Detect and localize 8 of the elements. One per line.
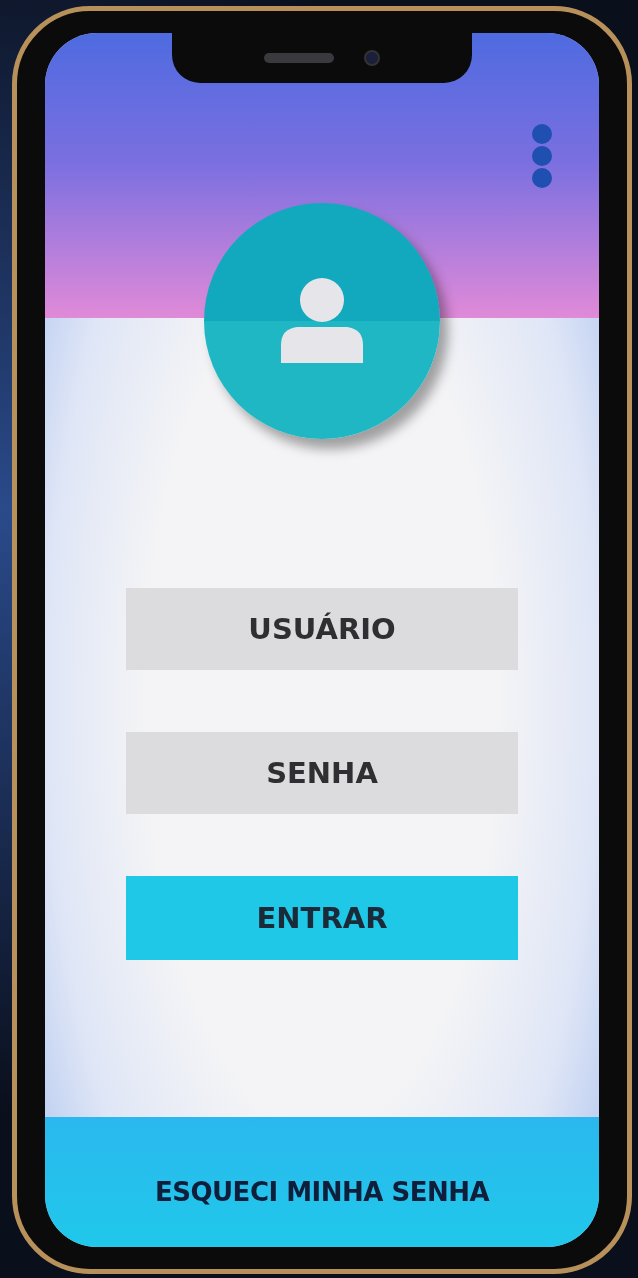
login-button[interactable]: ENTRAR [126,876,518,960]
menu-icon[interactable] [531,123,553,189]
speaker [264,53,334,63]
user-icon [281,277,363,365]
input-field[interactable]: USUÁRIO [126,588,518,670]
camera [364,50,380,66]
input-field[interactable]: SENHA [126,732,518,814]
forgot-password-link[interactable]: ESQUECI MINHA SENHA [154,1177,490,1207]
